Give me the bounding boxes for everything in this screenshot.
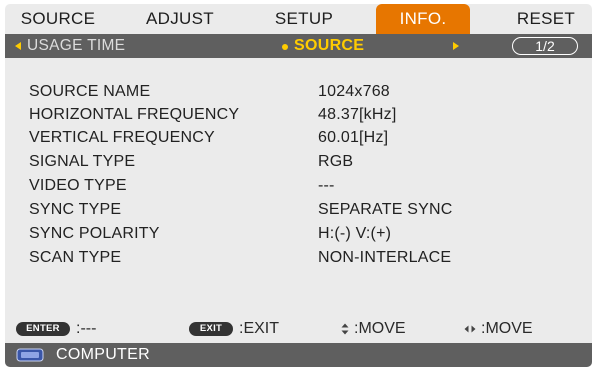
current-source-label: COMPUTER [56, 346, 150, 363]
info-label: SOURCE NAME [29, 83, 151, 100]
info-row-horizontal-frequency: HORIZONTAL FREQUENCY 48.37[kHz] [5, 104, 592, 126]
sub-tab-usage-time[interactable]: USAGE TIME [27, 34, 125, 58]
exit-key-text: :EXIT [239, 320, 280, 337]
info-row-signal-type: SIGNAL TYPE RGB [5, 151, 592, 173]
key-guide-footer: ENTER :--- EXIT :EXIT :MOVE :MOVE [5, 316, 592, 342]
info-row-scan-type: SCAN TYPE NON-INTERLACE [5, 247, 592, 269]
computer-icon [16, 348, 44, 362]
up-down-arrows-icon [341, 323, 349, 335]
tab-adjust[interactable]: ADJUST [132, 4, 228, 34]
enter-key-badge: ENTER [16, 322, 70, 336]
enter-key-text: :--- [76, 320, 97, 337]
exit-key-badge: EXIT [189, 322, 233, 336]
sub-tab-source[interactable]: SOURCE [294, 34, 364, 58]
info-value: --- [318, 177, 335, 194]
tab-source[interactable]: SOURCE [14, 4, 102, 34]
info-value: 1024x768 [318, 83, 390, 100]
up-down-move-text: :MOVE [354, 320, 406, 337]
tab-setup[interactable]: SETUP [262, 4, 346, 34]
info-label: SCAN TYPE [29, 249, 122, 266]
info-row-sync-polarity: SYNC POLARITY H:(-) V:(+) [5, 223, 592, 245]
info-row-video-type: VIDEO TYPE --- [5, 175, 592, 197]
info-label: SYNC POLARITY [29, 225, 160, 242]
info-value: NON-INTERLACE [318, 249, 452, 266]
info-label: SYNC TYPE [29, 201, 122, 218]
current-source-bar: COMPUTER [5, 343, 592, 367]
projector-menu: SOURCE ADJUST SETUP INFO. RESET USAGE TI… [5, 4, 592, 367]
info-label: HORIZONTAL FREQUENCY [29, 106, 240, 123]
tab-info[interactable]: INFO. [376, 4, 470, 34]
page-indicator: 1/2 [512, 37, 578, 55]
info-value: H:(-) V:(+) [318, 225, 392, 242]
sub-menu-bar: USAGE TIME SOURCE 1/2 [5, 34, 592, 58]
right-arrow-icon[interactable] [451, 41, 461, 51]
info-label: SIGNAL TYPE [29, 153, 136, 170]
tab-reset[interactable]: RESET [503, 4, 589, 34]
info-value: 48.37[kHz] [318, 106, 397, 123]
info-label: VERTICAL FREQUENCY [29, 129, 215, 146]
info-value: SEPARATE SYNC [318, 201, 453, 218]
selected-bullet-icon [282, 44, 288, 50]
menu-tabs: SOURCE ADJUST SETUP INFO. RESET [5, 4, 592, 34]
info-row-sync-type: SYNC TYPE SEPARATE SYNC [5, 199, 592, 221]
left-right-arrows-icon [464, 325, 476, 333]
info-value: RGB [318, 153, 354, 170]
info-value: 60.01[Hz] [318, 129, 389, 146]
left-arrow-icon[interactable] [13, 34, 23, 58]
info-row-source-name: SOURCE NAME 1024x768 [5, 81, 592, 103]
info-label: VIDEO TYPE [29, 177, 127, 194]
info-row-vertical-frequency: VERTICAL FREQUENCY 60.01[Hz] [5, 127, 592, 149]
left-right-move-text: :MOVE [481, 320, 533, 337]
